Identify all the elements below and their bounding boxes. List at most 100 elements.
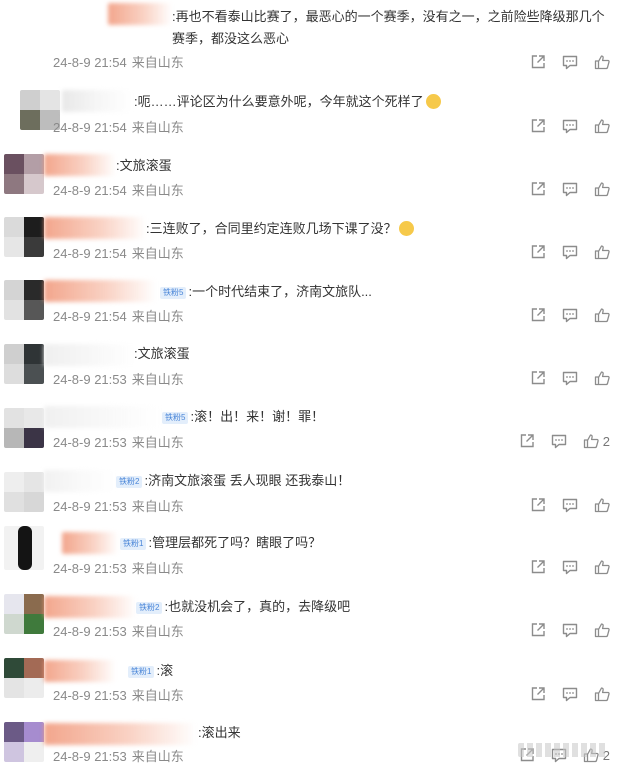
- like-count: 2: [602, 433, 610, 449]
- avatar[interactable]: [4, 280, 44, 320]
- thumbs-up-icon[interactable]: [594, 181, 610, 197]
- comment-text: :再也不看泰山比赛了，最恶心的一个赛季，没有之一，之前险些降级那几个赛季，都没这…: [172, 9, 605, 46]
- username-blurred[interactable]: [108, 3, 172, 25]
- fan-badge[interactable]: 铁粉1: [120, 538, 147, 550]
- watermark: [518, 743, 608, 757]
- fan-badge[interactable]: 铁粉5: [160, 287, 187, 299]
- avatar[interactable]: [4, 154, 44, 194]
- comment-meta: 24-8-9 21:53 来自山东: [53, 746, 184, 765]
- comment-location: 来自山东: [131, 435, 184, 450]
- thumbs-up-icon[interactable]: [594, 244, 610, 260]
- thumbs-up-icon[interactable]: [583, 433, 599, 449]
- share-icon[interactable]: [530, 622, 546, 638]
- avatar[interactable]: [4, 594, 44, 634]
- thumbs-up-icon[interactable]: [594, 622, 610, 638]
- comment-meta: 24-8-9 21:53 来自山东: [53, 496, 184, 515]
- comment-location: 来自山东: [131, 246, 184, 261]
- fan-badge[interactable]: 铁粉2: [136, 602, 163, 614]
- comment-location: 来自山东: [131, 749, 184, 764]
- comment-date: 24-8-9 21:53: [53, 688, 127, 703]
- avatar[interactable]: [4, 408, 44, 448]
- share-icon[interactable]: [530, 118, 546, 134]
- comment-actions: [514, 369, 610, 387]
- username-blurred[interactable]: [44, 723, 196, 745]
- thumbs-up-icon[interactable]: [594, 686, 610, 702]
- comment-text: 铁粉5:滚！出！来！谢！罪！: [162, 406, 324, 428]
- comment-icon[interactable]: [562, 622, 578, 638]
- share-icon[interactable]: [530, 497, 546, 513]
- comment-icon[interactable]: [562, 497, 578, 513]
- comment-text: :滚出来: [198, 725, 241, 740]
- username-blurred[interactable]: [44, 470, 114, 492]
- avatar[interactable]: [4, 217, 44, 257]
- comment-meta: 24-8-9 21:53 来自山东: [53, 432, 184, 451]
- comment-date: 24-8-9 21:53: [53, 499, 127, 514]
- share-icon[interactable]: [530, 244, 546, 260]
- comment-text: 铁粉1:管理层都死了吗？瞎眼了吗？: [120, 532, 321, 554]
- thinking-emoji-icon: [398, 221, 414, 236]
- share-icon[interactable]: [530, 559, 546, 575]
- share-icon[interactable]: [530, 370, 546, 386]
- avatar[interactable]: [4, 344, 44, 384]
- username-blurred[interactable]: [62, 90, 132, 112]
- comment-meta: 24-8-9 21:54 来自山东: [53, 117, 184, 136]
- comment-location: 来自山东: [131, 372, 184, 387]
- comment-text: 铁粉2:也就没机会了，真的，去降级吧: [136, 596, 350, 618]
- thumbs-up-icon[interactable]: [594, 497, 610, 513]
- comment-date: 24-8-9 21:54: [53, 120, 127, 135]
- thumbs-up-icon[interactable]: [594, 118, 610, 134]
- avatar[interactable]: [4, 722, 44, 762]
- share-icon[interactable]: [530, 686, 546, 702]
- username-blurred[interactable]: [62, 532, 118, 554]
- comment-icon[interactable]: [551, 433, 567, 449]
- thumbs-up-icon[interactable]: [594, 54, 610, 70]
- username-blurred[interactable]: [44, 596, 136, 618]
- comment-icon[interactable]: [562, 54, 578, 70]
- username-blurred[interactable]: [44, 154, 116, 176]
- comment-location: 来自山东: [131, 624, 184, 639]
- comment-date: 24-8-9 21:54: [53, 309, 127, 324]
- thumbs-up-icon[interactable]: [594, 370, 610, 386]
- comment-actions: [514, 117, 610, 135]
- comment-date: 24-8-9 21:54: [53, 55, 127, 70]
- share-icon[interactable]: [519, 433, 535, 449]
- comment-icon[interactable]: [562, 370, 578, 386]
- username-blurred[interactable]: [44, 660, 116, 682]
- comment-meta: 24-8-9 21:54 来自山东: [53, 306, 184, 325]
- comment-icon[interactable]: [562, 686, 578, 702]
- comment-location: 来自山东: [131, 499, 184, 514]
- avatar[interactable]: [4, 658, 44, 698]
- share-icon[interactable]: [530, 54, 546, 70]
- username-blurred[interactable]: [44, 280, 156, 302]
- share-icon[interactable]: [530, 307, 546, 323]
- username-blurred[interactable]: [44, 406, 160, 428]
- avatar[interactable]: [4, 526, 44, 570]
- comment-actions: [514, 53, 610, 71]
- comment-icon[interactable]: [562, 118, 578, 134]
- comment-actions: 2: [503, 432, 610, 450]
- comment-actions: [514, 496, 610, 514]
- fan-badge[interactable]: 铁粉1: [128, 666, 155, 678]
- avatar[interactable]: [4, 472, 44, 512]
- comment-meta: 24-8-9 21:54 来自山东: [53, 243, 184, 262]
- username-blurred[interactable]: [44, 217, 146, 239]
- thumbs-up-icon[interactable]: [594, 559, 610, 575]
- comment-location: 来自山东: [131, 183, 184, 198]
- comment-actions: [514, 558, 610, 576]
- comment-icon[interactable]: [562, 307, 578, 323]
- comment-meta: 24-8-9 21:53 来自山东: [53, 621, 184, 640]
- username-blurred[interactable]: [44, 344, 136, 366]
- comment-icon[interactable]: [562, 244, 578, 260]
- comment-icon[interactable]: [562, 181, 578, 197]
- comment-icon[interactable]: [562, 559, 578, 575]
- grin-emoji-icon: [425, 94, 441, 109]
- comment-actions: [514, 180, 610, 198]
- share-icon[interactable]: [530, 181, 546, 197]
- comment-meta: 24-8-9 21:53 来自山东: [53, 558, 184, 577]
- fan-badge[interactable]: 铁粉5: [162, 412, 189, 424]
- comment-text: 铁粉1:滚: [128, 660, 173, 682]
- comment-date: 24-8-9 21:53: [53, 624, 127, 639]
- comment-actions: [514, 685, 610, 703]
- thumbs-up-icon[interactable]: [594, 307, 610, 323]
- fan-badge[interactable]: 铁粉2: [116, 476, 143, 488]
